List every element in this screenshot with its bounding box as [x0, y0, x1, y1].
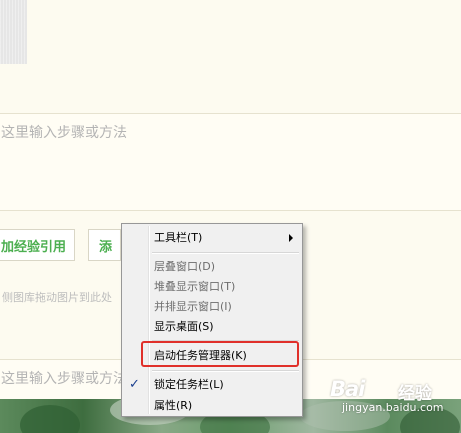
- step-placeholder-2: 这里输入步骤或方法: [1, 371, 127, 387]
- menu-item-label: 堆叠显示窗口(T): [154, 280, 236, 293]
- checkmark-icon: ✓: [129, 377, 140, 392]
- menu-item-side-by-side: 并排显示窗口(I): [122, 297, 302, 317]
- add-button-label: 添: [99, 239, 113, 255]
- submenu-arrow-icon: [289, 234, 293, 242]
- task-manager-highlight-box: [141, 341, 299, 367]
- menu-separator: [152, 252, 299, 254]
- add-experience-reference-button[interactable]: 加经验引用: [0, 229, 75, 261]
- add-experience-reference-label: 加经验引用: [1, 239, 67, 255]
- image-drop-hint: 侧图库拖动图片到此处: [2, 291, 112, 304]
- menu-item-cascade: 层叠窗口(D): [122, 257, 302, 277]
- menu-item-label: 锁定任务栏(L): [154, 378, 224, 391]
- watermark-url: jingyan.baidu.com: [342, 401, 444, 414]
- add-button[interactable]: 添: [88, 229, 121, 261]
- menu-item-label: 层叠窗口(D): [154, 260, 216, 273]
- step-placeholder: 这里输入步骤或方法: [1, 125, 127, 141]
- taskbar-context-menu: 工具栏(T) 层叠窗口(D) 堆叠显示窗口(T) 并排显示窗口(I) 显示桌面(…: [121, 223, 303, 417]
- menu-item-stacked: 堆叠显示窗口(T): [122, 277, 302, 297]
- menu-item-label: 并排显示窗口(I): [154, 300, 232, 313]
- menu-separator: [152, 370, 299, 372]
- menu-item-label: 显示桌面(S): [154, 320, 214, 333]
- baidu-jingyan-watermark: Bai 经验 jingyan.baidu.com: [330, 377, 458, 415]
- menu-item-label: 工具栏(T): [154, 231, 203, 244]
- menu-item-show-desktop[interactable]: 显示桌面(S): [122, 317, 302, 337]
- image-thumbnail[interactable]: [0, 0, 27, 64]
- menu-item-lock-taskbar[interactable]: ✓ 锁定任务栏(L): [122, 375, 302, 395]
- step-editor[interactable]: 这里输入步骤或方法: [0, 113, 461, 211]
- baidu-logo-icon: Bai: [330, 377, 365, 401]
- menu-item-properties[interactable]: 属性(R): [122, 396, 302, 416]
- menu-item-label: 属性(R): [154, 399, 193, 412]
- menu-item-toolbars[interactable]: 工具栏(T): [122, 228, 302, 248]
